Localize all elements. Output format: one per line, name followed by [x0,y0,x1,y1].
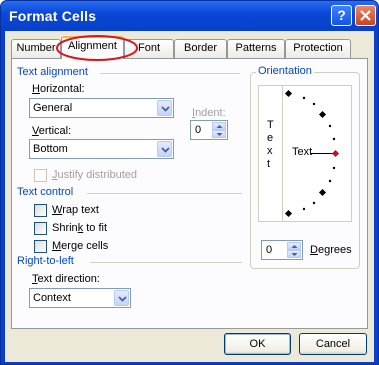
chevron-down-icon [118,296,127,302]
horizontal-label: Horizontal: [32,83,85,95]
dial-marker [284,89,293,98]
tab-patterns[interactable]: Patterns [227,39,285,58]
dropdown-arrow[interactable] [157,141,172,157]
degrees-value: 0 [266,244,273,256]
spin-down-button[interactable] [212,130,226,138]
dial-dot [328,179,332,183]
arrow-up-icon [216,125,223,128]
merge-cells-label: Merge cells [52,240,109,252]
group-divider [90,262,242,263]
dropdown-arrow[interactable] [157,100,172,116]
dial-dot [312,102,316,106]
dial-marker [318,110,327,119]
dial-marker [318,188,327,197]
shrink-to-fit-label: Shrink to fit [52,222,108,234]
vertical-text-char: T [267,119,274,131]
dial-marker [284,209,293,218]
help-button[interactable]: ? [331,5,352,26]
close-icon [360,10,371,21]
dial-handle[interactable] [331,149,340,158]
dropdown-arrow[interactable] [114,290,129,306]
text-direction-label: Text direction: [32,273,100,285]
indent-label: Indent: [192,107,226,119]
alignment-panel: Text alignment Horizontal: General Inden… [11,58,368,329]
vertical-value: Bottom [33,143,68,155]
dialog-client-area: Number Alignment Font Border Patterns Pr… [5,31,374,362]
arrow-down-icon [216,133,223,136]
vertical-text-box[interactable]: T e x t [259,86,283,221]
dial-dot [302,96,306,100]
degrees-spinner[interactable]: 0 [261,240,303,260]
arrow-up-icon [291,245,298,248]
justify-distributed-label: Justify distributed [52,169,137,181]
vertical-label: Vertical: [32,125,72,137]
chevron-down-icon [161,106,170,112]
group-divider [87,193,242,194]
close-button[interactable] [355,5,376,26]
vertical-text: T e x t [267,119,274,171]
wrap-text-checkbox[interactable] [34,204,47,217]
horizontal-value: General [33,102,73,114]
cancel-button[interactable]: Cancel [299,333,367,355]
tab-border[interactable]: Border [174,39,227,58]
vertical-text-char: e [267,132,274,144]
format-cells-dialog: Format Cells ? Number Alignment Font Bor… [0,0,379,365]
dial-text: Text [292,146,313,158]
merge-cells-checkbox[interactable] [34,240,47,253]
right-to-left-group-label: Right-to-left [17,255,74,267]
degrees-label: Degrees [310,244,352,256]
orientation-control[interactable]: T e x t Text [258,85,352,222]
arrow-down-icon [291,253,298,256]
dial-dot [302,207,306,211]
chevron-down-icon [161,147,170,153]
dial-dot [312,201,316,205]
dial-dot [332,137,336,141]
vertical-select[interactable]: Bottom [29,139,174,159]
vertical-text-char: x [267,145,273,157]
group-divider [100,73,240,74]
annotation-circle [56,35,138,61]
tab-protection[interactable]: Protection [285,39,351,58]
title-bar[interactable]: Format Cells ? [1,1,378,31]
justify-distributed-checkbox[interactable] [34,169,47,182]
shrink-to-fit-checkbox[interactable] [34,222,47,235]
vertical-text-char: t [267,158,271,170]
spin-down-button[interactable] [287,250,301,258]
spin-up-button[interactable] [212,122,226,130]
text-control-group-label: Text control [17,186,74,198]
horizontal-select[interactable]: General [29,98,174,118]
spin-up-button[interactable] [287,242,301,250]
text-alignment-group-label: Text alignment [17,66,88,78]
indent-value: 0 [195,124,202,136]
ok-button[interactable]: OK [224,333,291,355]
dial-dot [332,166,336,170]
text-direction-select[interactable]: Context [29,288,131,308]
text-direction-value: Context [33,292,71,304]
wrap-text-label: Wrap text [52,204,99,216]
indent-spinner[interactable]: 0 [190,120,228,140]
window-title: Format Cells [9,8,97,24]
orientation-group-label: Orientation [256,65,314,77]
dial-dot [328,124,332,128]
